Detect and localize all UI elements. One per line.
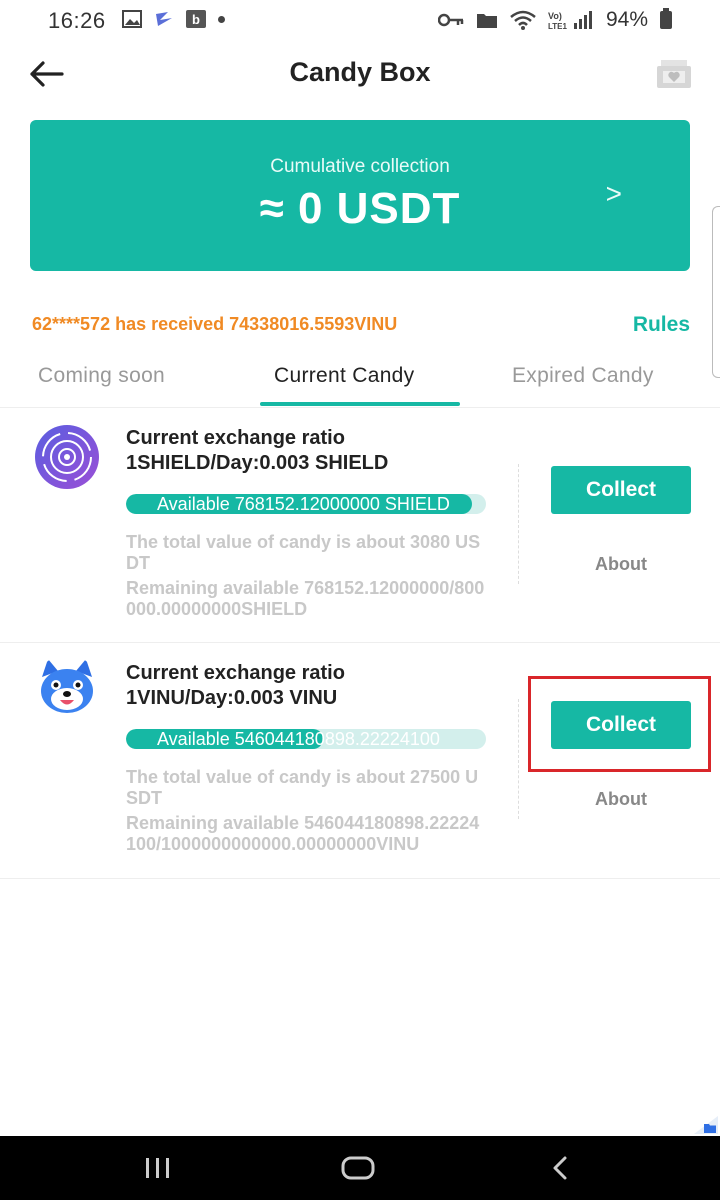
exchange-ratio-line2: 1SHIELD/Day:0.003 SHIELD — [126, 452, 389, 474]
total-value-text: The total value of candy is about 3080 U… — [126, 532, 481, 573]
recent-apps-icon — [146, 1158, 169, 1178]
folder-badge-icon — [694, 1116, 718, 1134]
candy-card-shield: Current exchange ratio 1SHIELD/Day:0.003… — [0, 408, 720, 643]
shield-token-icon — [35, 425, 99, 489]
gallery-icon — [122, 10, 142, 28]
active-tab-indicator — [260, 402, 460, 406]
exchange-ratio-line2: 1VINU/Day:0.003 VINU — [126, 687, 338, 709]
key-icon — [437, 13, 464, 27]
card-divider — [518, 699, 519, 819]
record-box-icon — [657, 60, 691, 88]
vinu-token-icon — [35, 656, 99, 720]
candy-tabs: Coming soon Current Candy Expired Candy — [0, 352, 720, 408]
status-right: Vo) LTE1 94% — [437, 8, 672, 32]
battery-icon — [660, 8, 672, 29]
back-nav-button[interactable] — [530, 1150, 590, 1186]
available-amount: Available 546044180898.22224100 — [157, 729, 440, 749]
available-amount: Available 768152.12000000 SHIELD — [157, 494, 450, 514]
tab-coming-soon[interactable]: Coming soon — [38, 364, 165, 388]
system-nav-bar — [0, 1136, 720, 1200]
app-notification-icon — [156, 12, 172, 26]
volte-signal-icon: Vo)LTE1 — [548, 11, 592, 30]
exchange-ratio-line1: Current exchange ratio — [126, 662, 345, 684]
b-app-icon: b — [186, 10, 206, 28]
available-progress-bar: Available 768152.12000000 SHIELD — [126, 494, 486, 514]
status-bar: 16:26 b Vo) LTE1 94% — [0, 0, 720, 40]
more-notifications-dot — [218, 15, 225, 23]
cumulative-collection-banner[interactable]: Cumulative collection ≈ 0 USDT > — [30, 120, 690, 271]
header: Candy Box — [0, 40, 720, 110]
tab-current-candy[interactable]: Current Candy — [274, 364, 414, 388]
collect-button[interactable]: Collect — [551, 466, 691, 514]
folder-lock-icon — [476, 14, 497, 28]
card-divider — [518, 464, 519, 584]
available-progress-bar: Available 546044180898.22224100 — [126, 729, 486, 749]
notification-icons: b — [122, 10, 225, 28]
battery-percent: 94% — [605, 8, 648, 31]
back-chevron-icon — [553, 1156, 567, 1180]
about-link[interactable]: About — [551, 554, 691, 575]
page-title: Candy Box — [289, 57, 431, 87]
highlight-box — [528, 676, 711, 772]
record-button[interactable] — [652, 54, 696, 94]
home-icon — [341, 1156, 375, 1180]
recent-apps-button[interactable] — [128, 1150, 188, 1186]
svg-text:Vo): Vo) — [548, 11, 562, 21]
exchange-ratio-line1: Current exchange ratio — [126, 427, 345, 449]
remaining-available-text: Remaining available 546044180898.2222410… — [126, 813, 480, 854]
about-link[interactable]: About — [551, 789, 691, 810]
wifi-icon — [510, 10, 536, 30]
received-notice: 62****572 has received 74338016.5593VINU — [32, 314, 398, 334]
remaining-available-text: Remaining available 768152.12000000/8000… — [126, 578, 485, 619]
svg-text:LTE1: LTE1 — [548, 22, 568, 30]
cumulative-label: Cumulative collection — [270, 156, 450, 177]
chevron-right-icon: > — [605, 178, 622, 209]
status-time: 16:26 — [48, 8, 106, 33]
tab-expired-candy[interactable]: Expired Candy — [512, 364, 654, 388]
total-value-text: The total value of candy is about 27500 … — [126, 767, 479, 808]
rules-link[interactable]: Rules — [633, 313, 690, 337]
cumulative-value: ≈ 0 USDT — [259, 184, 461, 233]
edge-panel-handle[interactable] — [712, 206, 720, 378]
home-button[interactable] — [328, 1150, 388, 1186]
